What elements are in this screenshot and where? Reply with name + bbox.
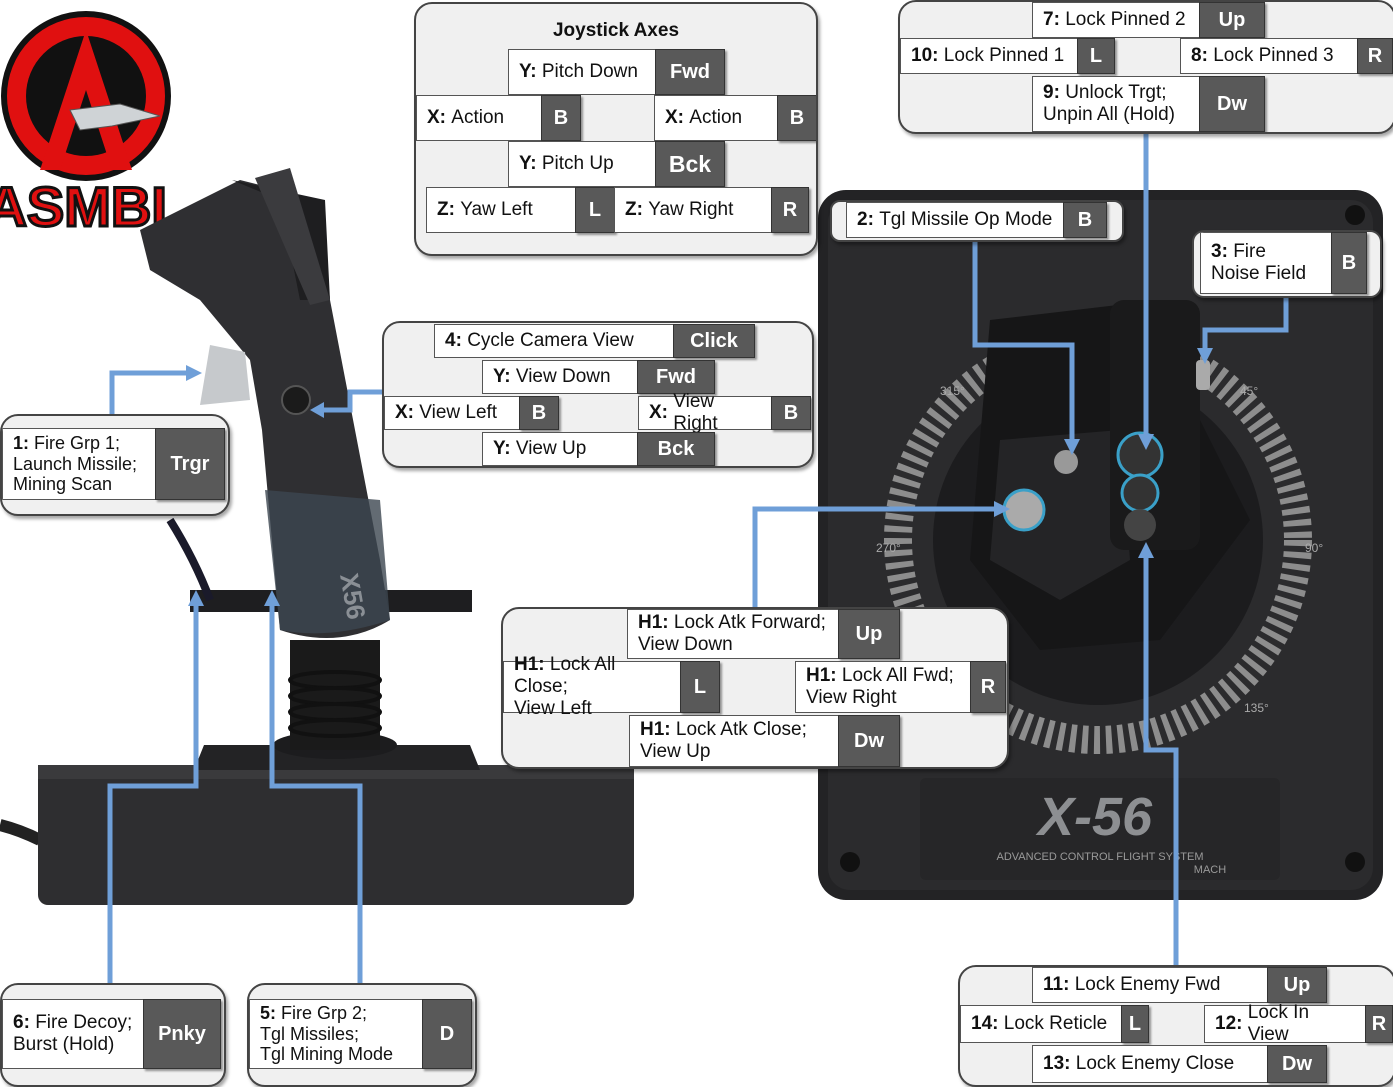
hat-h1-right-cell: H1: Lock All Fwd; View Right xyxy=(795,661,971,713)
hat4-up-cell: Y: View Up xyxy=(482,432,638,466)
hat-top-right-key: R xyxy=(1357,38,1393,74)
hat-top-right-cell: 8: Lock Pinned 3 xyxy=(1180,38,1358,74)
button3-key: B xyxy=(1331,232,1367,294)
hat-bottom-left-cell: 14: Lock Reticle xyxy=(960,1005,1122,1043)
hat-top-up-key: Up xyxy=(1199,2,1265,38)
hat4-up-key: Bck xyxy=(637,432,715,466)
yaw-left-cell: Z: Yaw Left xyxy=(426,187,576,233)
joystick-axes-title: Joystick Axes xyxy=(552,20,680,41)
dial-270: 270° xyxy=(876,541,901,555)
hat4-left-cell: X: View Left xyxy=(384,396,520,430)
pitch-down-key: Fwd xyxy=(655,49,725,95)
hat4-left-key: B xyxy=(519,396,559,430)
joystick-axes-box: Joystick Axes Y: Pitch Down Fwd X: Actio… xyxy=(414,2,818,256)
hat-bottom-down-cell: 13: Lock Enemy Close xyxy=(1032,1045,1268,1083)
yaw-right-key: R xyxy=(771,187,809,233)
hat-bottom-up-key: Up xyxy=(1267,967,1327,1003)
hat4-down-key: Fwd xyxy=(637,360,715,394)
action-left-key: B xyxy=(541,95,581,141)
hat-h1-up-cell: H1: Lock Atk Forward; View Down xyxy=(627,609,839,659)
yaw-left-key: L xyxy=(575,187,615,233)
hat-top-down-key: Dw xyxy=(1199,76,1265,132)
dial-45: 45° xyxy=(1240,384,1258,398)
button2-box: 2: Tgl Missile Op Mode B xyxy=(830,200,1124,242)
hat-bottom-down-key: Dw xyxy=(1267,1045,1327,1083)
hat-bottom-up-cell: 11: Lock Enemy Fwd xyxy=(1032,967,1268,1003)
hat-top-left-key: L xyxy=(1077,38,1115,74)
throttle-subtitle: ADVANCED CONTROL FLIGHT SYSTEM xyxy=(997,851,1204,863)
asmbl-logo: ASMBL xyxy=(0,11,187,240)
button6-box: 6: Fire Decoy; Burst (Hold) Pnky xyxy=(0,983,226,1087)
hat-h1-left-key: L xyxy=(680,661,720,713)
hat4-right-key: B xyxy=(771,396,811,430)
hat4-main-cell: 4: Cycle Camera View xyxy=(434,324,674,358)
action-right-key: B xyxy=(777,95,816,141)
action-left-cell: X: Action xyxy=(416,95,542,141)
dial-315: 315° xyxy=(940,384,965,398)
throttle-mach: MACH xyxy=(1194,864,1226,876)
action-right-cell: X: Action xyxy=(654,95,778,141)
hat4-right-cell: X: View Right xyxy=(638,391,772,434)
hat-top-left-cell: 10: Lock Pinned 1 xyxy=(900,38,1078,74)
button5-cell: 5: Fire Grp 2; Tgl Missiles; Tgl Mining … xyxy=(249,999,423,1069)
hat-h1-down-cell: H1: Lock Atk Close; View Up xyxy=(629,715,839,767)
pitch-up-key: Bck xyxy=(655,141,725,187)
dial-90: 90° xyxy=(1305,541,1323,555)
hat-top-up-cell: 7: Lock Pinned 2 xyxy=(1032,2,1200,38)
button3-box: 3: Fire Noise Field B xyxy=(1192,230,1382,298)
hat-bottom-right-cell: 12: Lock In View xyxy=(1204,1002,1366,1045)
button2-cell: 2: Tgl Missile Op Mode xyxy=(846,202,1064,238)
hat4-down-cell: Y: View Down xyxy=(482,360,638,394)
button1-cell: 1: Fire Grp 1; Launch Missile; Mining Sc… xyxy=(2,428,156,500)
trigger-key: Trgr xyxy=(155,428,225,500)
yaw-right-cell: Z: Yaw Right xyxy=(614,187,772,233)
dial-135: 135° xyxy=(1244,701,1269,715)
hat-top-down-cell: 9: Unlock Trgt; Unpin All (Hold) xyxy=(1032,76,1200,132)
button-d-key: D xyxy=(422,999,472,1069)
hat4-main-key: Click xyxy=(673,324,755,358)
hat-h1-down-key: Dw xyxy=(838,715,900,767)
pinky-key: Pnky xyxy=(143,999,221,1069)
button6-cell: 6: Fire Decoy; Burst (Hold) xyxy=(2,999,144,1069)
hat-h1-box: H1: Lock Atk Forward; View Down Up H1: L… xyxy=(501,607,1009,769)
pitch-down-cell: Y: Pitch Down xyxy=(508,49,656,95)
joystick: X56 xyxy=(0,168,634,905)
hat-h1-left-cell: H1: Lock All Close; View Left xyxy=(503,654,681,719)
hat-bottom-left-key: L xyxy=(1121,1005,1149,1043)
hat-h1-right-key: R xyxy=(970,661,1006,713)
pitch-up-cell: Y: Pitch Up xyxy=(508,141,656,187)
hat4-box: 4: Cycle Camera View Click Y: View Down … xyxy=(382,321,814,468)
hat-bottom-box: 11: Lock Enemy Fwd Up 14: Lock Reticle L… xyxy=(958,965,1393,1087)
button1-box: 1: Fire Grp 1; Launch Missile; Mining Sc… xyxy=(0,414,230,516)
button3-cell: 3: Fire Noise Field xyxy=(1200,232,1332,294)
hat-bottom-right-key: R xyxy=(1365,1005,1393,1043)
hat-h1-up-key: Up xyxy=(838,609,900,659)
throttle-brand: X-56 xyxy=(1035,787,1153,847)
button2-key: B xyxy=(1063,202,1107,238)
hat-top-box: 7: Lock Pinned 2 Up 10: Lock Pinned 1 L … xyxy=(898,0,1393,134)
button5-box: 5: Fire Grp 2; Tgl Missiles; Tgl Mining … xyxy=(247,983,477,1087)
